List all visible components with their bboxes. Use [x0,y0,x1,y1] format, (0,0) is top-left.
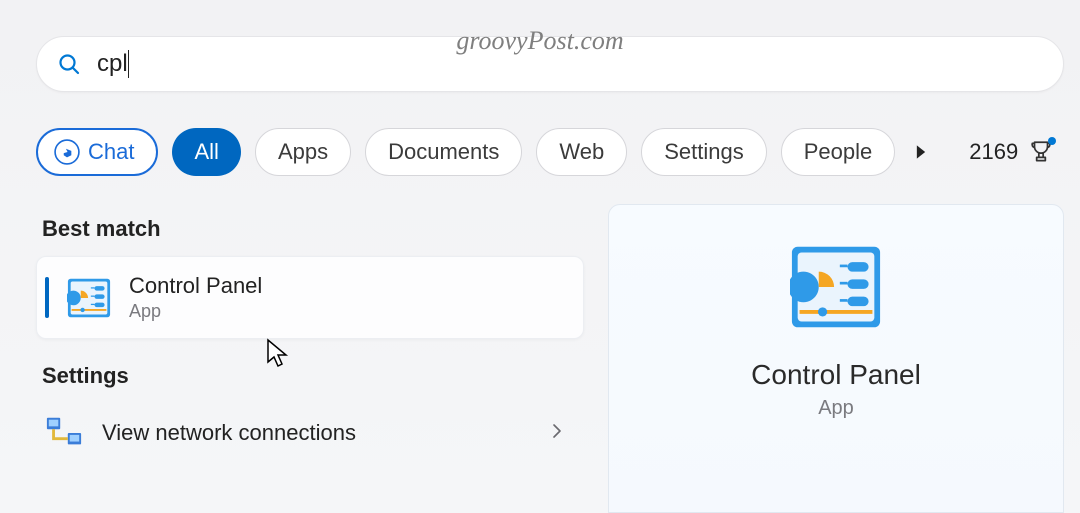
search-input-value[interactable]: cpl [97,50,128,78]
chip-label: Web [559,139,604,165]
search-icon [57,52,81,76]
settings-chip[interactable]: Settings [641,128,767,176]
rewards-points[interactable]: 2169 [959,139,1064,165]
control-panel-icon [67,276,111,320]
search-bar[interactable]: cpl [36,36,1064,92]
selection-accent [45,277,49,318]
web-chip[interactable]: Web [536,128,627,176]
settings-header: Settings [42,363,584,389]
chevron-right-icon [548,420,566,446]
best-match-result[interactable]: Control Panel App [36,256,584,339]
best-match-header: Best match [42,216,584,242]
more-filters-arrow[interactable] [911,142,931,162]
chip-label: Documents [388,139,499,165]
text-caret [128,50,129,78]
trophy-icon [1028,139,1054,165]
control-panel-large-icon [790,241,882,333]
preview-panel: Control Panel App [608,204,1064,513]
result-subtitle: App [129,301,262,322]
settings-result-label: View network connections [102,420,548,446]
filter-row: Chat All Apps Documents Web Settings Peo… [36,124,1064,180]
all-label: All [194,139,218,165]
result-title: Control Panel [129,273,262,299]
all-chip[interactable]: All [172,128,240,176]
bing-icon [54,139,80,165]
chip-label: Apps [278,139,328,165]
content-area: Best match [36,204,1064,513]
network-connections-icon [44,413,84,453]
preview-title: Control Panel [751,359,921,391]
settings-result-network[interactable]: View network connections [36,403,584,463]
documents-chip[interactable]: Documents [365,128,522,176]
result-text: Control Panel App [129,273,262,322]
points-value: 2169 [969,139,1018,165]
people-chip[interactable]: People [781,128,896,176]
preview-subtitle: App [818,397,854,420]
chip-label: Settings [664,139,744,165]
chip-label: People [804,139,873,165]
chat-label: Chat [88,139,134,165]
results-column: Best match [36,204,584,513]
apps-chip[interactable]: Apps [255,128,351,176]
chat-chip[interactable]: Chat [36,128,158,176]
